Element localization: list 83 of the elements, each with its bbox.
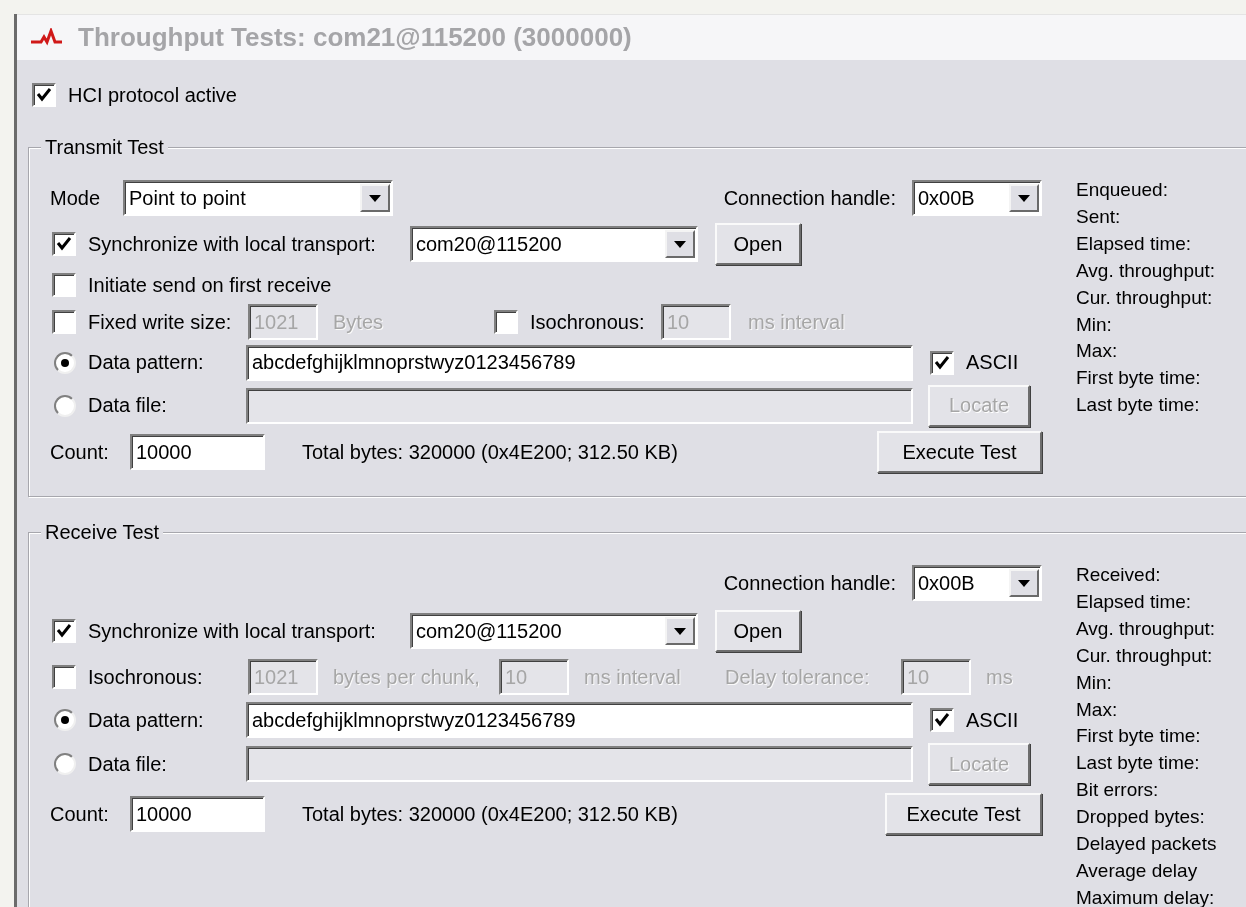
stat-label: Average delay bbox=[1076, 858, 1199, 883]
stat-label: Avg. throughput: bbox=[1076, 258, 1216, 283]
radio-button[interactable] bbox=[54, 709, 76, 731]
checkbox-label: HCI protocol active bbox=[68, 83, 237, 107]
radio-button[interactable] bbox=[54, 753, 76, 775]
stat-label: Elapsed time: bbox=[1076, 231, 1193, 256]
stat-label: First byte time: bbox=[1076, 724, 1202, 749]
unit-label: ms interval bbox=[584, 665, 682, 689]
stat-label: First byte time: bbox=[1076, 366, 1202, 391]
caret-icon bbox=[1018, 194, 1030, 202]
unit-label: bytes per chunk, bbox=[333, 665, 481, 689]
stat-label: Received: bbox=[1076, 563, 1162, 587]
port-dropdown[interactable]: com20@115200 bbox=[410, 226, 698, 262]
checkbox[interactable] bbox=[494, 310, 518, 334]
checkbox[interactable] bbox=[930, 708, 954, 732]
field-label: Connection handle: bbox=[723, 571, 896, 595]
stat-label: Enqueued: bbox=[1076, 178, 1169, 202]
checkbox[interactable] bbox=[32, 83, 56, 107]
field-label: Count: bbox=[50, 802, 110, 826]
unit-label: ms bbox=[986, 665, 1013, 689]
radio-label: Data pattern: bbox=[88, 708, 205, 732]
radio-label: Data file: bbox=[88, 752, 168, 776]
caret-icon bbox=[674, 240, 686, 248]
caret-icon bbox=[674, 627, 686, 635]
unit-label: ms interval bbox=[748, 310, 845, 334]
execute-button[interactable]: Execute Test bbox=[885, 793, 1042, 835]
window-title: Throughput Tests: com21@115200 (3000000) bbox=[78, 22, 632, 53]
file-field[interactable] bbox=[246, 387, 913, 424]
checkbox-label: Isochronous: bbox=[530, 310, 646, 334]
stat-label: Min: bbox=[1076, 670, 1113, 695]
stat-label: Elapsed time: bbox=[1076, 589, 1193, 614]
checkbox-label: Synchronize with local transport: bbox=[88, 619, 377, 643]
handle-dropdown[interactable]: 0x00B bbox=[912, 180, 1042, 216]
checkbox-label: Isochronous: bbox=[88, 665, 204, 689]
checkbox[interactable] bbox=[52, 310, 76, 334]
checkbox-label: ASCII bbox=[966, 708, 1019, 732]
stat-label: Maximum delay: bbox=[1076, 885, 1216, 907]
stat-label: Last byte time: bbox=[1076, 751, 1201, 776]
port-dropdown[interactable]: com20@115200 bbox=[410, 613, 698, 649]
execute-button[interactable]: Execute Test bbox=[877, 431, 1042, 473]
stat-label: Delayed packets bbox=[1076, 832, 1217, 857]
field-label: Connection handle: bbox=[723, 186, 896, 210]
radio-button[interactable] bbox=[54, 351, 76, 374]
stat-label: Max: bbox=[1076, 697, 1119, 722]
checkbox-label: Fixed write size: bbox=[88, 310, 233, 334]
checkbox-label: ASCII bbox=[966, 351, 1019, 374]
caret-icon bbox=[369, 194, 381, 202]
checkbox-label: Initiate send on first receive bbox=[88, 273, 332, 297]
total-bytes-text: Total bytes: 320000 (0x4E200; 312.50 KB) bbox=[302, 802, 678, 826]
checkbox-label: Synchronize with local transport: bbox=[88, 232, 377, 256]
checkbox[interactable] bbox=[52, 619, 76, 643]
checkbox[interactable] bbox=[52, 232, 76, 256]
checkbox[interactable] bbox=[52, 665, 76, 689]
handle-dropdown[interactable]: 0x00B bbox=[912, 565, 1042, 601]
radio-label: Data file: bbox=[88, 394, 168, 417]
mode-dropdown[interactable]: Point to point bbox=[123, 180, 393, 216]
pattern-field[interactable]: abcdefghijklmnoprstwyz0123456789 bbox=[246, 344, 913, 381]
stat-label: Sent: bbox=[1076, 204, 1122, 229]
stat-label: Dropped bytes: bbox=[1076, 805, 1206, 830]
stat-label: Cur. throughput: bbox=[1076, 643, 1214, 668]
waveform-icon bbox=[30, 27, 64, 48]
total-bytes-text: Total bytes: 320000 (0x4E200; 312.50 KB) bbox=[302, 440, 678, 464]
open-button[interactable]: Open bbox=[715, 610, 801, 652]
stat-label: Min: bbox=[1076, 312, 1113, 337]
radio-label: Data pattern: bbox=[88, 351, 205, 374]
checkbox[interactable] bbox=[52, 273, 76, 297]
file-field[interactable] bbox=[246, 746, 913, 782]
field-label: Delay tolerance: bbox=[725, 665, 871, 689]
field-label: Count: bbox=[50, 440, 110, 464]
pattern-field[interactable]: abcdefghijklmnoprstwyz0123456789 bbox=[246, 702, 913, 738]
caret-icon bbox=[1018, 579, 1030, 587]
radio-button[interactable] bbox=[54, 394, 76, 417]
count-field[interactable]: 10000 bbox=[130, 434, 265, 470]
stat-label: Avg. throughput: bbox=[1076, 616, 1217, 641]
stat-label: Bit errors: bbox=[1076, 778, 1160, 803]
open-button[interactable]: Open bbox=[715, 223, 801, 265]
count-field[interactable]: 10000 bbox=[130, 796, 265, 832]
unit-label: Bytes bbox=[333, 310, 385, 334]
stat-label: Max: bbox=[1076, 339, 1119, 364]
stat-label: Last byte time: bbox=[1076, 393, 1201, 418]
checkbox[interactable] bbox=[930, 350, 954, 375]
field-label: Mode bbox=[50, 186, 102, 210]
stat-label: Cur. throughput: bbox=[1076, 285, 1214, 310]
